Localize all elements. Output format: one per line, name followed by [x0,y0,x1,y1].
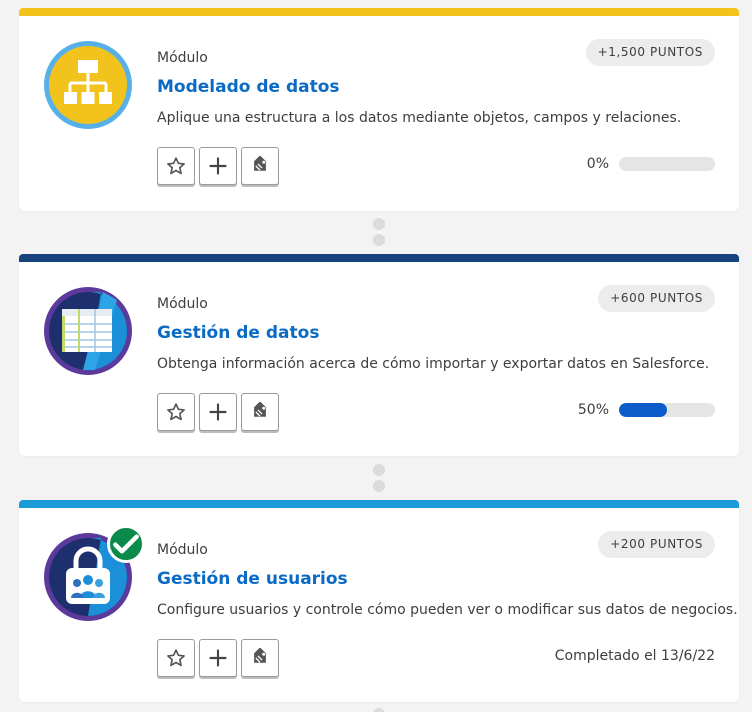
module-card-gestion-datos: Módulo Gestión de datos Obtenga informac… [19,254,739,456]
module-description: Configure usuarios y controle cómo puede… [157,602,738,618]
progress-fill [619,403,667,417]
points-badge: +200 PUNTOS [598,531,715,558]
connector-dots [373,218,385,250]
add-to-list-button[interactable] [199,147,237,185]
plus-icon [209,403,227,421]
points-badge: +600 PUNTOS [598,285,715,312]
connector-dots [373,708,385,712]
add-to-list-button[interactable] [199,393,237,431]
completed-check-icon [107,525,145,563]
tag-button[interactable] [241,639,279,677]
action-buttons [157,147,279,185]
tag-button[interactable] [241,147,279,185]
points-badge: +1,500 PUNTOS [585,39,715,66]
tag-icon [254,402,266,417]
action-buttons [157,639,279,677]
favorite-button[interactable] [157,147,195,185]
progress-bar [619,403,715,417]
progress-percent: 50% [577,402,609,418]
module-description: Aplique una estructura a los datos media… [157,110,682,126]
plus-icon [209,157,227,175]
action-buttons [157,393,279,431]
plus-icon [209,649,227,667]
connector-dots [373,464,385,496]
add-to-list-button[interactable] [199,639,237,677]
completed-date: Completado el 13/6/22 [554,648,715,664]
tag-icon [254,156,266,171]
module-badge[interactable] [43,525,145,622]
module-title[interactable]: Gestión de datos [157,323,319,343]
module-eyebrow: Módulo [157,50,208,66]
progress-bar [619,157,715,171]
favorite-button[interactable] [157,639,195,677]
module-card-gestion-usuarios: Módulo Gestión de usuarios Configure usu… [19,500,739,702]
module-badge[interactable] [43,286,133,376]
module-title[interactable]: Modelado de datos [157,77,340,97]
accent-bar [19,8,739,16]
module-card-modelado: Módulo Modelado de datos Aplique una est… [19,8,739,211]
tag-icon [254,648,266,663]
progress: 50% [578,402,715,418]
spreadsheet-icon [44,287,132,375]
module-badge[interactable] [43,40,133,130]
favorite-button[interactable] [157,393,195,431]
tag-button[interactable] [241,393,279,431]
progress-percent: 0% [586,156,609,172]
star-icon [167,649,185,667]
progress: 0% [583,156,715,172]
hierarchy-icon [44,41,132,129]
accent-bar [19,254,739,262]
module-title[interactable]: Gestión de usuarios [157,569,348,589]
module-description: Obtenga información acerca de cómo impor… [157,356,710,372]
module-eyebrow: Módulo [157,296,208,312]
module-eyebrow: Módulo [157,542,208,558]
star-icon [167,157,185,175]
star-icon [167,403,185,421]
